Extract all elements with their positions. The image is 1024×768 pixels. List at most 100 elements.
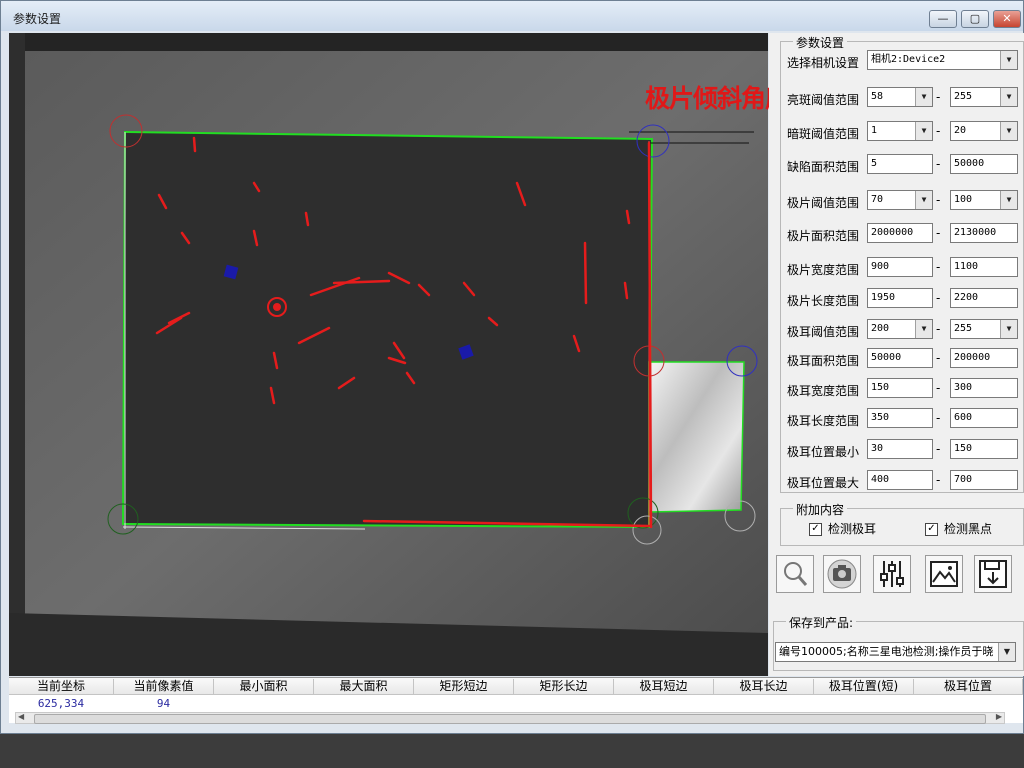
param-min-input[interactable]: 30 — [867, 439, 933, 459]
image-icon — [930, 561, 958, 587]
chevron-down-icon[interactable]: ▼ — [1000, 88, 1017, 106]
param-min-input[interactable]: 50000 — [867, 348, 933, 368]
chevron-down-icon[interactable]: ▼ — [915, 88, 932, 106]
grid-column-header[interactable]: 矩形长边 — [514, 679, 614, 694]
maximize-button[interactable]: ▢ — [961, 10, 989, 28]
param-max-value: 255 — [954, 323, 973, 334]
param-max-input[interactable]: 20 ▼ — [950, 121, 1018, 141]
zoom-button[interactable] — [776, 555, 814, 593]
checkbox-check-icon[interactable]: ✓ — [809, 523, 822, 536]
camera-image-view[interactable] — [9, 33, 768, 676]
grid-column-header[interactable]: 最大面积 — [314, 679, 414, 694]
adjust-button[interactable] — [873, 555, 911, 593]
image-button[interactable] — [925, 555, 963, 593]
range-separator: - — [936, 157, 941, 171]
param-label: 极片长度范围 — [787, 294, 860, 308]
param-max-input[interactable]: 1100 — [950, 257, 1018, 277]
param-min-input[interactable]: 1950 — [867, 288, 933, 308]
chevron-down-icon[interactable]: ▼ — [1000, 320, 1017, 338]
magnifier-icon — [784, 562, 808, 586]
camera-select[interactable]: 相机2:Device2 ▼ — [867, 50, 1018, 70]
scroll-right-icon[interactable]: ▶ — [996, 712, 1002, 721]
checkbox-check-icon[interactable]: ✓ — [925, 523, 938, 536]
chevron-down-icon[interactable]: ▼ — [1000, 122, 1017, 140]
grid-column-header[interactable]: 当前像素值 — [114, 679, 214, 694]
param-min-value: 70 — [871, 194, 884, 205]
param-max-input[interactable]: 2130000 — [950, 223, 1018, 243]
param-min-input[interactable]: 1 ▼ — [867, 121, 933, 141]
param-min-input[interactable]: 70 ▼ — [867, 190, 933, 210]
grid-cell: 625,334 — [37, 697, 85, 710]
param-min-value: 1950 — [871, 292, 896, 303]
param-max-value: 700 — [954, 474, 973, 485]
chevron-down-icon[interactable]: ▼ — [1000, 191, 1017, 209]
range-separator: - — [936, 473, 941, 487]
camera-select-value: 相机2:Device2 — [871, 54, 946, 65]
param-min-input[interactable]: 58 ▼ — [867, 87, 933, 107]
param-label: 极耳位置最大 — [787, 476, 860, 490]
range-separator: - — [936, 124, 941, 138]
range-separator: - — [936, 90, 941, 104]
param-min-input[interactable]: 900 — [867, 257, 933, 277]
param-max-input[interactable]: 700 — [950, 470, 1018, 490]
param-max-input[interactable]: 255 ▼ — [950, 87, 1018, 107]
chevron-down-icon[interactable]: ▼ — [915, 320, 932, 338]
title-bar: 参数设置 — ▢ ✕ — [1, 1, 1023, 31]
param-min-input[interactable]: 5 — [867, 154, 933, 174]
param-min-input[interactable]: 2000000 — [867, 223, 933, 243]
param-max-input[interactable]: 255 ▼ — [950, 319, 1018, 339]
chevron-down-icon[interactable]: ▼ — [915, 191, 932, 209]
product-select[interactable]: 编号100005;名称三星电池检测;操作员于晓 ▼ — [775, 642, 1016, 662]
param-max-value: 2130000 — [954, 227, 997, 238]
param-max-input[interactable]: 50000 — [950, 154, 1018, 174]
param-max-value: 50000 — [954, 158, 985, 169]
grid-column-header[interactable]: 极耳位置(短) — [814, 679, 914, 694]
save-button[interactable] — [974, 555, 1012, 593]
param-max-value: 20 — [954, 125, 967, 136]
param-max-input[interactable]: 600 — [950, 408, 1018, 428]
detect-tab-label: 检测极耳 — [828, 522, 877, 536]
param-max-input[interactable]: 2200 — [950, 288, 1018, 308]
param-label: 极耳阈值范围 — [787, 325, 860, 339]
params-window: 参数设置 — ▢ ✕ 极片倾斜角度测量 参数设置 选择相机设置 相机2:Devi… — [0, 0, 1024, 734]
param-max-input[interactable]: 300 — [950, 378, 1018, 398]
close-button[interactable]: ✕ — [993, 10, 1021, 28]
save-group-legend: 保存到产品: — [786, 614, 857, 631]
detect-spot-checkbox[interactable]: ✓ 检测黑点 — [925, 520, 992, 537]
chevron-down-icon[interactable]: ▼ — [1000, 51, 1017, 69]
grid-column-header[interactable]: 极耳位置 — [914, 679, 1023, 694]
param-max-value: 200000 — [954, 352, 991, 363]
param-max-value: 2200 — [954, 292, 979, 303]
param-max-input[interactable]: 100 ▼ — [950, 190, 1018, 210]
horizontal-scrollbar[interactable]: ◀ ▶ — [15, 712, 1005, 724]
grid-column-header[interactable]: 最小面积 — [214, 679, 314, 694]
param-label: 暗斑阈值范围 — [787, 127, 860, 141]
param-label: 极片宽度范围 — [787, 263, 860, 277]
param-min-value: 58 — [871, 91, 884, 102]
param-min-input[interactable]: 400 — [867, 470, 933, 490]
grid-column-header[interactable]: 极耳长边 — [714, 679, 814, 694]
scrollbar-thumb[interactable] — [34, 714, 986, 724]
range-separator: - — [936, 322, 941, 336]
minimize-button[interactable]: — — [929, 10, 957, 28]
chevron-down-icon[interactable]: ▼ — [998, 643, 1015, 661]
range-separator: - — [936, 291, 941, 305]
chevron-down-icon[interactable]: ▼ — [915, 122, 932, 140]
detect-spot-label: 检测黑点 — [944, 522, 993, 536]
grid-column-header[interactable]: 当前坐标 — [9, 679, 114, 694]
param-max-value: 1100 — [954, 261, 979, 272]
param-max-input[interactable]: 150 — [950, 439, 1018, 459]
scroll-left-icon[interactable]: ◀ — [18, 712, 24, 721]
grid-column-header[interactable]: 矩形短边 — [414, 679, 514, 694]
param-min-input[interactable]: 150 — [867, 378, 933, 398]
param-min-input[interactable]: 200 ▼ — [867, 319, 933, 339]
param-min-value: 50000 — [871, 352, 902, 363]
product-select-value: 编号100005;名称三星电池检测;操作员于晓 — [779, 645, 994, 658]
param-min-input[interactable]: 350 — [867, 408, 933, 428]
param-max-input[interactable]: 200000 — [950, 348, 1018, 368]
grid-column-header[interactable]: 极耳短边 — [614, 679, 714, 694]
param-label: 缺陷面积范围 — [787, 160, 860, 174]
window-title: 参数设置 — [13, 12, 62, 26]
detect-tab-checkbox[interactable]: ✓ 检测极耳 — [809, 520, 876, 537]
capture-button[interactable] — [823, 555, 861, 593]
